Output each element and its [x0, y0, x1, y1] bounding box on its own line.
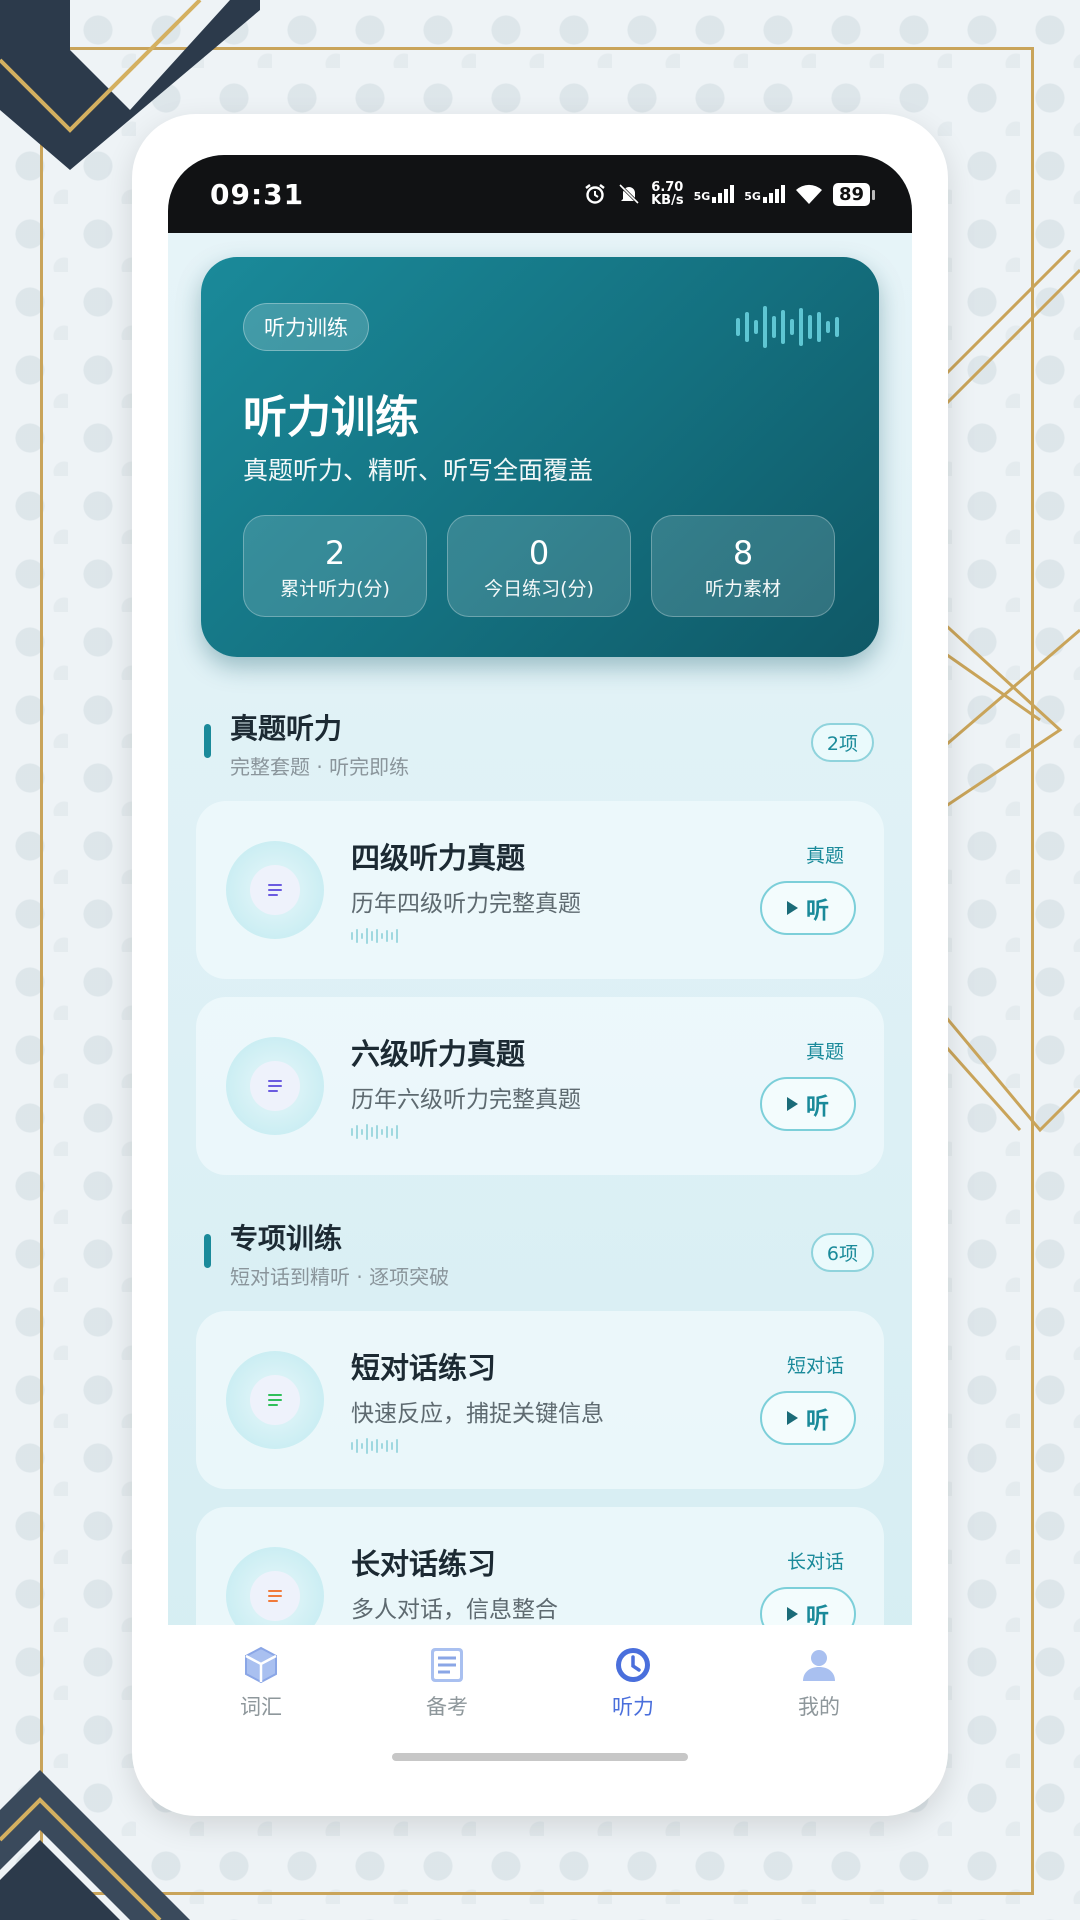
- section-subtitle: 完整套题 · 听完即练: [230, 755, 410, 779]
- item-tag: 长对话: [786, 1551, 844, 1573]
- section-title: 真题听力: [230, 712, 343, 745]
- bottom-tab-bar: 词汇 备考 听力 我的: [168, 1625, 912, 1755]
- alarm-icon: [585, 184, 605, 204]
- person-icon: [803, 1650, 835, 1681]
- net-speed-unit: KB/s: [651, 193, 684, 208]
- tab-profile[interactable]: 我的: [726, 1625, 912, 1755]
- item-description: 多人对话，信息整合: [351, 1597, 558, 1623]
- list-item-cet6[interactable]: 六级听力真题 历年六级听力完整真题 真题 听: [196, 997, 884, 1175]
- section-accent-bar: [204, 724, 211, 758]
- hero-title: 听力训练: [243, 392, 419, 443]
- document-icon: [431, 1648, 463, 1682]
- item-icon-circle: [226, 841, 324, 939]
- section-count-badge: 2项: [810, 723, 874, 762]
- app-screen: 09:31 6.70 KB/s 5G 5G 89 听力训练 听力训练 真题听力、精…: [168, 155, 912, 1755]
- listen-button[interactable]: 听: [760, 1391, 856, 1445]
- item-tag: 短对话: [786, 1355, 844, 1377]
- listen-button[interactable]: 听: [760, 881, 856, 935]
- mute-bell-icon: [619, 183, 640, 205]
- list-icon: [268, 1391, 282, 1409]
- item-description: 快速反应，捕捉关键信息: [351, 1401, 604, 1427]
- signal-icon: 5G: [694, 185, 735, 203]
- tab-listening[interactable]: 听力: [540, 1625, 726, 1755]
- item-title: 六级听力真题: [351, 1037, 526, 1071]
- item-title: 长对话练习: [351, 1547, 497, 1581]
- listen-button[interactable]: 听: [760, 1077, 856, 1131]
- battery-icon: 89: [832, 182, 876, 206]
- play-icon: [787, 1607, 798, 1621]
- signal-icon-2: 5G: [744, 185, 785, 203]
- gold-lines-right: [940, 250, 1080, 1133]
- section-accent-bar: [204, 1234, 211, 1268]
- hero-card: 听力训练 听力训练 真题听力、精听、听写全面覆盖 2 累计听力(分) 0 今日练…: [201, 257, 879, 657]
- stat-total-minutes: 2 累计听力(分): [243, 515, 427, 617]
- play-icon: [787, 901, 798, 915]
- clock-icon: [616, 1648, 650, 1682]
- item-tag: 真题: [805, 845, 844, 867]
- section-subtitle: 短对话到精听 · 逐项突破: [230, 1265, 450, 1289]
- section-title: 专项训练: [230, 1222, 343, 1255]
- wifi-icon: [795, 184, 822, 204]
- home-indicator[interactable]: [392, 1753, 688, 1761]
- mini-wave-icon: [351, 1123, 398, 1141]
- stat-today-minutes: 0 今日练习(分): [447, 515, 631, 617]
- list-item-cet4[interactable]: 四级听力真题 历年四级听力完整真题 真题 听: [196, 801, 884, 979]
- section-count-badge: 6项: [810, 1233, 874, 1272]
- list-icon: [268, 881, 282, 899]
- tab-vocabulary[interactable]: 词汇: [168, 1625, 354, 1755]
- hero-chip: 听力训练: [243, 303, 369, 351]
- item-tag: 真题: [805, 1041, 844, 1063]
- item-icon-circle: [226, 1351, 324, 1449]
- item-description: 历年六级听力完整真题: [351, 1087, 581, 1113]
- play-icon: [787, 1411, 798, 1425]
- item-title: 短对话练习: [351, 1351, 497, 1385]
- item-title: 四级听力真题: [351, 841, 526, 875]
- mini-wave-icon: [351, 927, 398, 945]
- mini-wave-icon: [351, 1437, 398, 1455]
- cube-icon: [245, 1646, 277, 1684]
- hero-subtitle: 真题听力、精听、听写全面覆盖: [243, 456, 594, 485]
- stat-materials: 8 听力素材: [651, 515, 835, 617]
- item-icon-circle: [226, 1037, 324, 1135]
- item-description: 历年四级听力完整真题: [351, 891, 581, 917]
- status-bar: 09:31 6.70 KB/s 5G 5G 89: [168, 155, 912, 233]
- list-icon: [268, 1077, 282, 1095]
- sound-wave-icon: [736, 305, 839, 349]
- list-icon: [268, 1587, 282, 1605]
- list-item-short-dialogue[interactable]: 短对话练习 快速反应，捕捉关键信息 短对话 听: [196, 1311, 884, 1489]
- tab-exam-prep[interactable]: 备考: [354, 1625, 540, 1755]
- status-time: 09:31: [210, 177, 305, 211]
- play-icon: [787, 1097, 798, 1111]
